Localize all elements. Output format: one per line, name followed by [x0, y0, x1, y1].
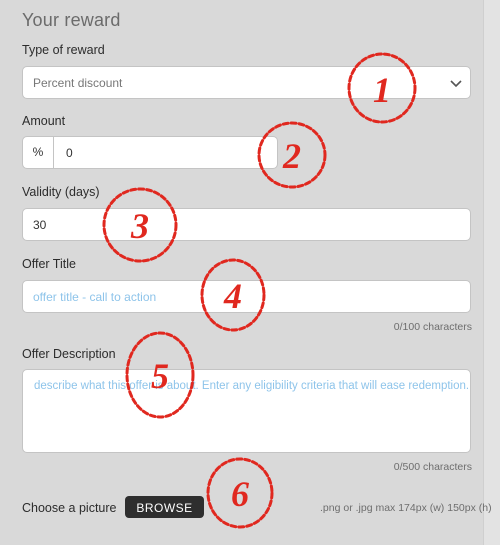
annotation-number-2: 2 — [282, 136, 301, 176]
annotation-number-3: 3 — [130, 206, 149, 246]
annotation-number-1: 1 — [373, 70, 391, 110]
annotation-number-5: 5 — [151, 356, 169, 396]
annotation-number-4: 4 — [223, 276, 242, 316]
annotation-number-6: 6 — [231, 474, 249, 514]
annotation-overlay: 1 2 3 4 5 6 — [102, 52, 417, 529]
